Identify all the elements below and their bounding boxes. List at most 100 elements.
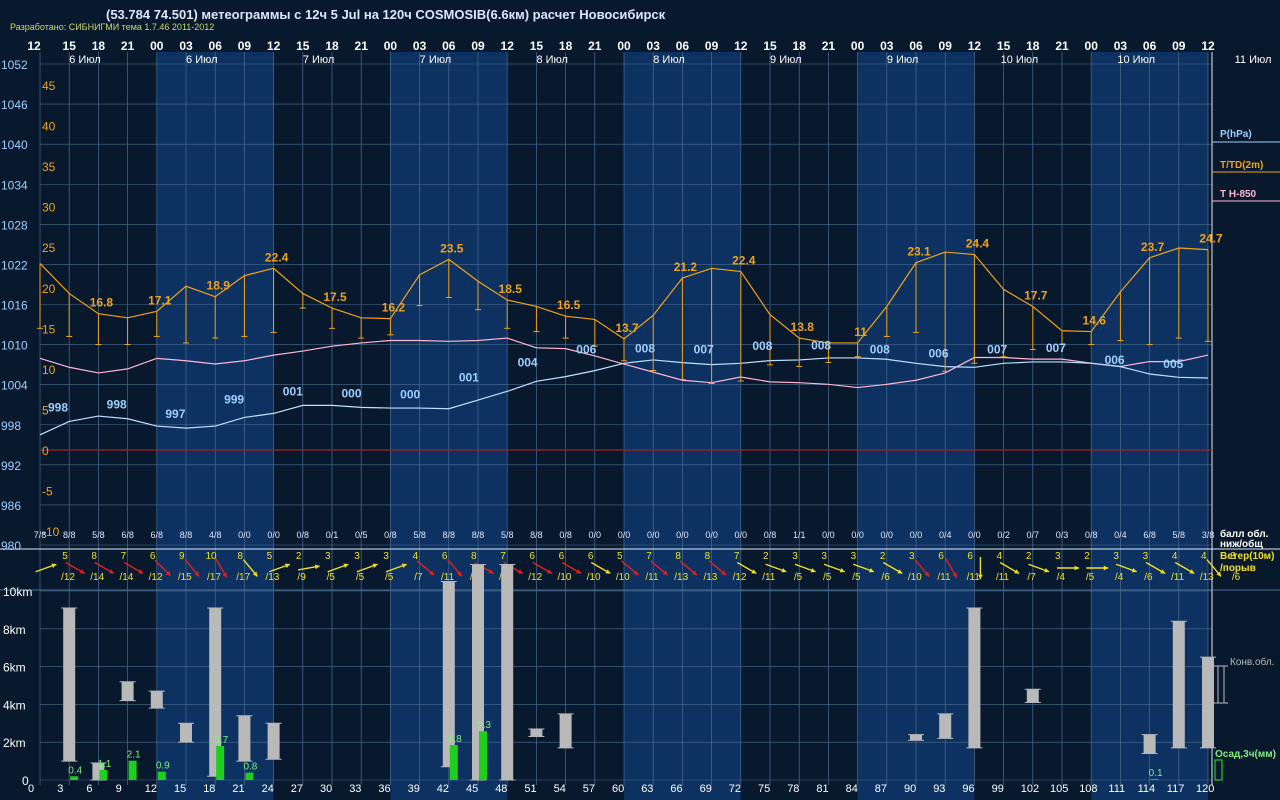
wind-gust-label: /5	[823, 572, 832, 583]
cloud-cover-label: 0/8	[384, 530, 397, 540]
wind-speed-label: 5	[62, 551, 68, 562]
wind-speed-label: 3	[1143, 551, 1149, 562]
pressure-data-label: 998	[107, 398, 127, 412]
pressure-data-label: 007	[1046, 341, 1066, 355]
wind-gust-label: /12	[528, 572, 542, 583]
wind-speed-label: 8	[675, 551, 681, 562]
day-label: 7 Июл	[420, 54, 452, 66]
lead-hour-label: 3	[57, 783, 63, 795]
wind-speed-label: 2	[1026, 551, 1032, 562]
wind-gust-label: /4	[1115, 572, 1124, 583]
legend-temperature: T/TD(2m)	[1220, 160, 1263, 171]
lead-hour-label: 99	[992, 783, 1004, 795]
hour-tick-label: 06	[442, 39, 456, 53]
legend-wind-sub: /порыв	[1220, 563, 1256, 574]
hour-tick-label: 21	[588, 39, 602, 53]
temperature-tick-label: 35	[42, 160, 56, 174]
day-label: 9 Июл	[770, 54, 802, 66]
wind-speed-label: 3	[909, 551, 915, 562]
wind-speed-label: 7	[646, 551, 652, 562]
cloud-cover-label: 1/1	[793, 530, 806, 540]
wind-gust-label: /12	[733, 572, 747, 583]
height-tick-label: 10km	[3, 585, 32, 599]
cloud-cover-label: 0/0	[705, 530, 718, 540]
convective-cloud-bar	[968, 608, 981, 748]
hour-tick-label: 06	[909, 39, 923, 53]
cloud-cover-label: 0/5	[355, 530, 368, 540]
hour-tick-label: 12	[968, 39, 982, 53]
convective-cloud-bar	[180, 723, 192, 743]
precip-bar	[479, 731, 487, 780]
lead-hour-label: 15	[174, 783, 186, 795]
wind-speed-label: 3	[325, 551, 331, 562]
cloud-cover-label: 5/8	[413, 530, 426, 540]
height-tick-label: 2km	[3, 736, 26, 750]
legend-precip: Осад,3ч(мм)	[1215, 749, 1276, 760]
temperature-data-label: 21.2	[674, 260, 698, 274]
precip-data-label: 1.1	[97, 759, 111, 770]
wind-speed-label: 2	[763, 551, 769, 562]
lead-hour-label: 108	[1079, 783, 1097, 795]
precip-data-label: 0.4	[68, 765, 82, 776]
convective-cloud-bar	[267, 723, 280, 760]
hour-tick-label: 09	[705, 39, 719, 53]
temperature-data-label: 16.8	[90, 296, 114, 310]
hour-tick-label: 21	[355, 39, 369, 53]
wind-speed-label: 3	[851, 551, 857, 562]
lead-hour-label: 12	[145, 783, 157, 795]
cloud-cover-label: 0/0	[851, 530, 864, 540]
hour-tick-label: 12	[267, 39, 281, 53]
pressure-data-label: 006	[928, 346, 948, 360]
wind-gust-label: /11	[967, 572, 981, 583]
cloud-cover-label: 0/0	[589, 530, 602, 540]
cloud-cover-label: 4/8	[209, 530, 222, 540]
wind-speed-label: 8	[471, 551, 477, 562]
legend-pressure: P(hPa)	[1220, 129, 1252, 140]
wind-speed-label: 3	[792, 551, 798, 562]
day-label: 10 Июл	[1117, 54, 1155, 66]
wind-gust-label: /9	[297, 572, 306, 583]
convective-cloud-bar	[1143, 734, 1156, 754]
wind-gust-label: /17	[207, 572, 221, 583]
wind-gust-label: /10	[557, 572, 571, 583]
hour-tick-label: 12	[501, 39, 515, 53]
lead-hour-label: 21	[232, 783, 244, 795]
wind-arrow-head	[1074, 565, 1079, 571]
cloud-cover-label: 8/8	[180, 530, 193, 540]
wind-speed-label: 4	[997, 551, 1003, 562]
pressure-tick-label: 980	[1, 539, 21, 553]
wind-speed-label: 6	[967, 551, 973, 562]
cloud-cover-label: 7/8	[34, 530, 47, 540]
precip-data-label: 3.7	[214, 735, 228, 746]
pressure-tick-label: 1052	[1, 58, 28, 72]
hour-tick-label: 09	[471, 39, 485, 53]
pressure-data-label: 008	[811, 338, 831, 352]
lead-hour-label: 0	[28, 783, 34, 795]
cloud-cover-label: 0/4	[939, 530, 952, 540]
convective-cloud-bar	[1202, 657, 1214, 748]
wind-speed-label: 8	[705, 551, 711, 562]
wind-speed-label: 3	[383, 551, 389, 562]
hour-tick-label: 12	[27, 39, 41, 53]
pressure-data-label: 007	[987, 342, 1007, 356]
temperature-data-label: 14.6	[1083, 314, 1107, 328]
pressure-data-label: 000	[341, 386, 361, 400]
cloud-cover-label: 8/8	[530, 530, 543, 540]
legend-conv: Конв.обл.	[1230, 656, 1274, 668]
wind-gust-label: /15	[178, 572, 192, 583]
pressure-tick-label: 1004	[1, 379, 28, 393]
cloud-cover-label: 6/8	[151, 530, 164, 540]
wind-speed-label: 6	[559, 551, 565, 562]
cloud-cover-label: 0/0	[676, 530, 689, 540]
precip-bar	[245, 772, 254, 780]
wind-speed-label: 7	[121, 551, 127, 562]
hour-tick-label: 00	[150, 39, 164, 53]
meteogram: 12 15 18 21 00 03 06 09 12 15 18 21 00 03 06 09 12 15 18 21…	[0, 39, 1280, 800]
temperature-tick-label: 15	[42, 322, 56, 336]
wind-speed-label: 3	[1113, 551, 1119, 562]
cloud-cover-label: 0/0	[881, 530, 894, 540]
lead-hour-label: 6	[86, 783, 92, 795]
precip-bar	[70, 776, 79, 780]
lead-hour-label: 42	[437, 783, 449, 795]
legend-precip-glyph	[1214, 759, 1223, 781]
